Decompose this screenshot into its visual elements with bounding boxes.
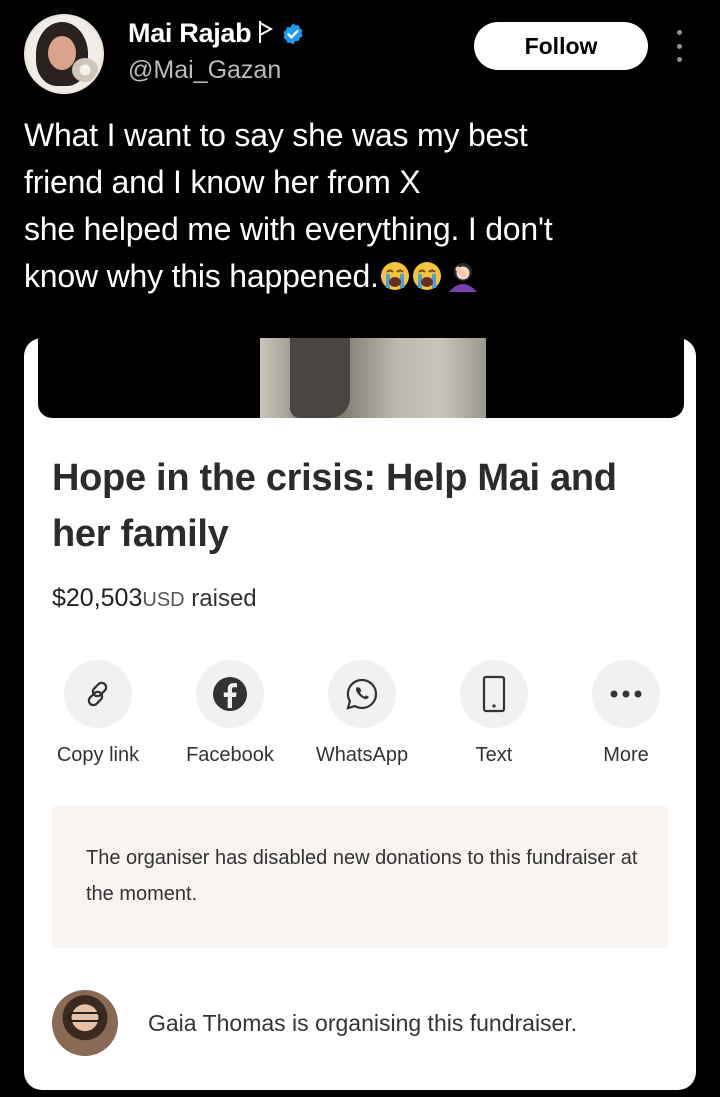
verified-badge-icon xyxy=(283,23,303,44)
facepalm-emoji-icon xyxy=(448,263,477,292)
fundraiser-card[interactable]: Hope in the crisis: Help Mai and her fam… xyxy=(24,338,696,1090)
raised-suffix: raised xyxy=(191,585,257,612)
crying-face-emoji-icon xyxy=(412,262,441,290)
share-whatsapp[interactable]: WhatsApp xyxy=(292,660,432,767)
share-label: Copy link xyxy=(56,744,140,766)
share-row: Copy link Facebook WhatsApp Text More xyxy=(24,660,696,780)
share-copy-link[interactable]: Copy link xyxy=(28,660,168,767)
author-name[interactable]: Mai Rajab xyxy=(128,18,252,49)
raised-value: $20,503 xyxy=(52,584,143,612)
whatsapp-icon[interactable] xyxy=(328,660,396,728)
tweet-line: she helped me with everything. I don't xyxy=(24,211,553,247)
author-name-row[interactable]: Mai Rajab xyxy=(128,18,305,49)
notice-text: The organiser has disabled new donations… xyxy=(86,847,638,905)
fundraiser-photo[interactable] xyxy=(260,338,486,418)
more-options-icon[interactable] xyxy=(672,30,686,62)
link-icon[interactable] xyxy=(64,660,132,728)
facebook-icon[interactable] xyxy=(196,660,264,728)
share-text[interactable]: Text xyxy=(424,660,564,767)
share-more[interactable]: More xyxy=(556,660,696,767)
share-label: More xyxy=(603,744,649,766)
donations-disabled-notice: The organiser has disabled new donations… xyxy=(52,806,668,948)
tweet-line: What I want to say she was my best xyxy=(24,117,528,153)
organiser-text[interactable]: Gaia Thomas is organising this fundraise… xyxy=(148,1010,577,1037)
follow-button[interactable]: Follow xyxy=(474,22,648,70)
organiser-avatar[interactable] xyxy=(52,990,118,1056)
share-facebook[interactable]: Facebook xyxy=(160,660,300,767)
tweet-line-last: know why this happened. xyxy=(24,253,684,300)
fundraiser-title[interactable]: Hope in the crisis: Help Mai and her fam… xyxy=(52,450,672,562)
raised-amount: $20,503USD raised xyxy=(52,584,257,613)
share-label: Facebook xyxy=(186,744,274,766)
tweet-line: friend and I know her from X xyxy=(24,164,421,200)
more-icon[interactable] xyxy=(592,660,660,728)
crying-face-emoji-icon xyxy=(380,262,409,290)
author-avatar[interactable] xyxy=(24,14,104,94)
share-label: Text xyxy=(475,744,513,766)
phone-icon[interactable] xyxy=(460,660,528,728)
flag-icon xyxy=(257,19,275,49)
share-label: WhatsApp xyxy=(315,744,409,766)
tweet-text: What I want to say she was my best frien… xyxy=(24,112,684,300)
author-handle[interactable]: @Mai_Gazan xyxy=(128,56,281,85)
raised-currency: USD xyxy=(142,589,185,611)
tweet-line: know why this happened. xyxy=(24,258,379,294)
card-image-band xyxy=(38,338,684,418)
